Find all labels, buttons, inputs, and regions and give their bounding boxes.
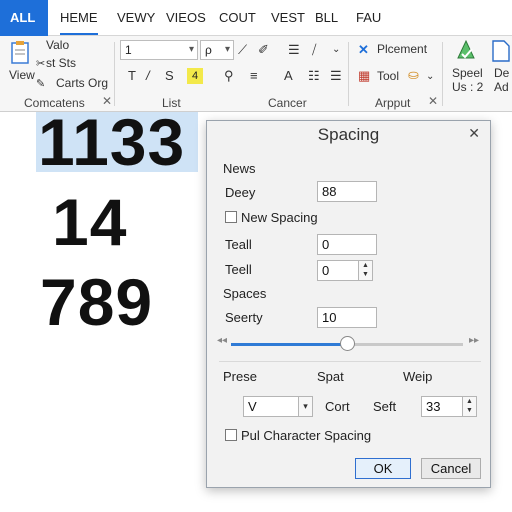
pen-icon[interactable]: ✐ bbox=[258, 42, 269, 58]
teell-value: 0 bbox=[322, 263, 330, 278]
dialog-divider bbox=[219, 361, 481, 362]
font-value: 1 bbox=[125, 43, 132, 57]
ribbon-item-sts[interactable]: st Sts bbox=[46, 56, 76, 70]
spelling-sublabel: Us : 2 bbox=[452, 80, 484, 94]
size-select[interactable]: ρ ▾ bbox=[200, 40, 234, 60]
close-icon[interactable]: ✕ bbox=[468, 125, 480, 142]
chevron-down-icon[interactable]: ⌄ bbox=[332, 42, 340, 58]
group-label-cancer: Cancer bbox=[268, 96, 307, 110]
seerty-label: Seerty bbox=[225, 310, 263, 325]
new-spacing-checkbox[interactable] bbox=[225, 211, 237, 223]
chevron-down-icon[interactable]: ▾ bbox=[298, 397, 312, 416]
slider-thumb[interactable] bbox=[340, 336, 355, 351]
pul-spacing-checkbox[interactable] bbox=[225, 429, 237, 441]
spelling-label: Speel bbox=[452, 66, 483, 80]
ribbon-item-valo[interactable]: Valo bbox=[46, 38, 69, 52]
spacing-dialog: Spacing ✕ News Deey 88 New Spacing Teall… bbox=[206, 120, 491, 488]
deey-label: Deey bbox=[225, 185, 256, 200]
teall-label: Teall bbox=[225, 237, 252, 252]
seft-label: Seft bbox=[373, 399, 397, 414]
tab-fau[interactable]: FAU bbox=[356, 0, 381, 36]
ribbon-item-carts[interactable]: Carts Org bbox=[56, 76, 108, 90]
prese-select[interactable]: V ▾ bbox=[243, 396, 313, 417]
add-sublabel: Ad bbox=[494, 80, 509, 94]
chevron-down-icon: ▾ bbox=[224, 44, 230, 55]
group-divider bbox=[348, 42, 349, 106]
placement-button[interactable]: Plcement bbox=[377, 42, 427, 56]
tool-button[interactable]: Tool bbox=[377, 69, 399, 83]
ok-button[interactable]: OK bbox=[355, 458, 411, 479]
deey-input[interactable]: 88 bbox=[317, 181, 377, 202]
tab-vewy[interactable]: VEWY bbox=[117, 0, 155, 36]
document-line-3: 789 bbox=[40, 265, 154, 339]
weip-label: Weip bbox=[403, 369, 433, 384]
spat-label: Spat bbox=[317, 369, 344, 384]
spin-arrows-icon[interactable]: ▲ ▼ bbox=[462, 397, 476, 416]
chevron-down-icon[interactable]: ⌄ bbox=[426, 69, 434, 85]
paragraph-align-icon[interactable]: ≡ bbox=[250, 68, 258, 84]
cancel-button[interactable]: Cancel bbox=[421, 458, 481, 479]
clipboard-icon[interactable] bbox=[10, 40, 32, 71]
font-select[interactable]: 1 ▾ bbox=[120, 40, 198, 60]
section-spaces: Spaces bbox=[223, 286, 267, 301]
scissors-icon[interactable]: ✂ bbox=[36, 56, 45, 72]
seft-spinbox[interactable]: 33 ▲ ▼ bbox=[421, 396, 477, 417]
group-launcher-icon[interactable]: ✕ bbox=[428, 94, 438, 108]
group-divider bbox=[442, 42, 443, 106]
teall-input[interactable]: 0 bbox=[317, 234, 377, 255]
text-color-icon[interactable]: A bbox=[284, 68, 293, 84]
document-line-2: 14 bbox=[52, 185, 128, 259]
align-icon[interactable]: ☰ bbox=[288, 42, 300, 58]
slider-left-arrow-icon[interactable]: ◂◂ bbox=[217, 335, 227, 346]
tab-vieos[interactable]: VIEOS bbox=[166, 0, 206, 36]
prese-select-value: V bbox=[248, 399, 257, 414]
format-painter-icon[interactable]: ⟋ bbox=[238, 42, 247, 58]
clip-icon[interactable]: ⧸ bbox=[312, 42, 316, 58]
tab-cout[interactable]: COUT bbox=[219, 0, 256, 36]
prese-label: Prese bbox=[223, 369, 257, 384]
paint-bucket-icon[interactable]: ⛀ bbox=[408, 67, 419, 83]
slider-right-arrow-icon[interactable]: ▸▸ bbox=[469, 335, 479, 346]
ribbon: View Valo ✂ st Sts ✎ Carts Org Comcatens… bbox=[0, 36, 512, 112]
tab-all[interactable]: ALL bbox=[0, 0, 48, 36]
spelling-icon[interactable] bbox=[454, 38, 478, 67]
view-button[interactable]: View bbox=[9, 68, 35, 82]
cort-label: Cort bbox=[325, 399, 350, 414]
link-icon[interactable]: ⚲ bbox=[224, 68, 234, 84]
spin-arrows-icon[interactable]: ▲ ▼ bbox=[358, 261, 372, 280]
teell-spinbox[interactable]: 0 ▲ ▼ bbox=[317, 260, 373, 281]
add-label: De bbox=[494, 66, 510, 80]
bullet-list-icon[interactable]: ☷ bbox=[308, 68, 320, 84]
highlight-button[interactable]: 4 bbox=[187, 68, 203, 84]
seerty-input[interactable]: 10 bbox=[317, 307, 377, 328]
tab-vest[interactable]: VEST bbox=[271, 0, 305, 36]
new-spacing-label: New Spacing bbox=[241, 210, 318, 225]
slider-fill bbox=[231, 343, 347, 346]
teell-label: Teell bbox=[225, 262, 252, 277]
numbered-list-icon[interactable]: ☰ bbox=[330, 68, 342, 84]
italic-icon[interactable]: / bbox=[146, 68, 150, 84]
size-value: ρ bbox=[205, 43, 212, 57]
tab-bll[interactable]: BLL bbox=[315, 0, 338, 36]
ribbon-tab-bar: ALL HEME VEWY VIEOS COUT VEST BLL FAU bbox=[0, 0, 512, 36]
document-line-1: 1133 bbox=[38, 105, 186, 179]
pul-spacing-label: Pul Character Spacing bbox=[241, 428, 372, 443]
seft-value: 33 bbox=[426, 399, 441, 414]
brush-icon[interactable]: ✎ bbox=[36, 76, 45, 92]
document-icon[interactable] bbox=[492, 40, 510, 67]
section-news: News bbox=[223, 161, 256, 176]
strike-icon[interactable]: S bbox=[165, 68, 174, 84]
text-icon[interactable]: T bbox=[128, 68, 136, 84]
group-label-arpput: Arpput bbox=[375, 96, 411, 110]
grid-icon[interactable]: ▦ bbox=[358, 68, 370, 84]
chevron-down-icon: ▾ bbox=[188, 44, 194, 55]
dialog-title: Spacing bbox=[317, 125, 380, 144]
group-divider bbox=[114, 42, 115, 106]
close-x-icon[interactable]: ✕ bbox=[358, 42, 369, 58]
tab-heme[interactable]: HEME bbox=[60, 0, 98, 35]
